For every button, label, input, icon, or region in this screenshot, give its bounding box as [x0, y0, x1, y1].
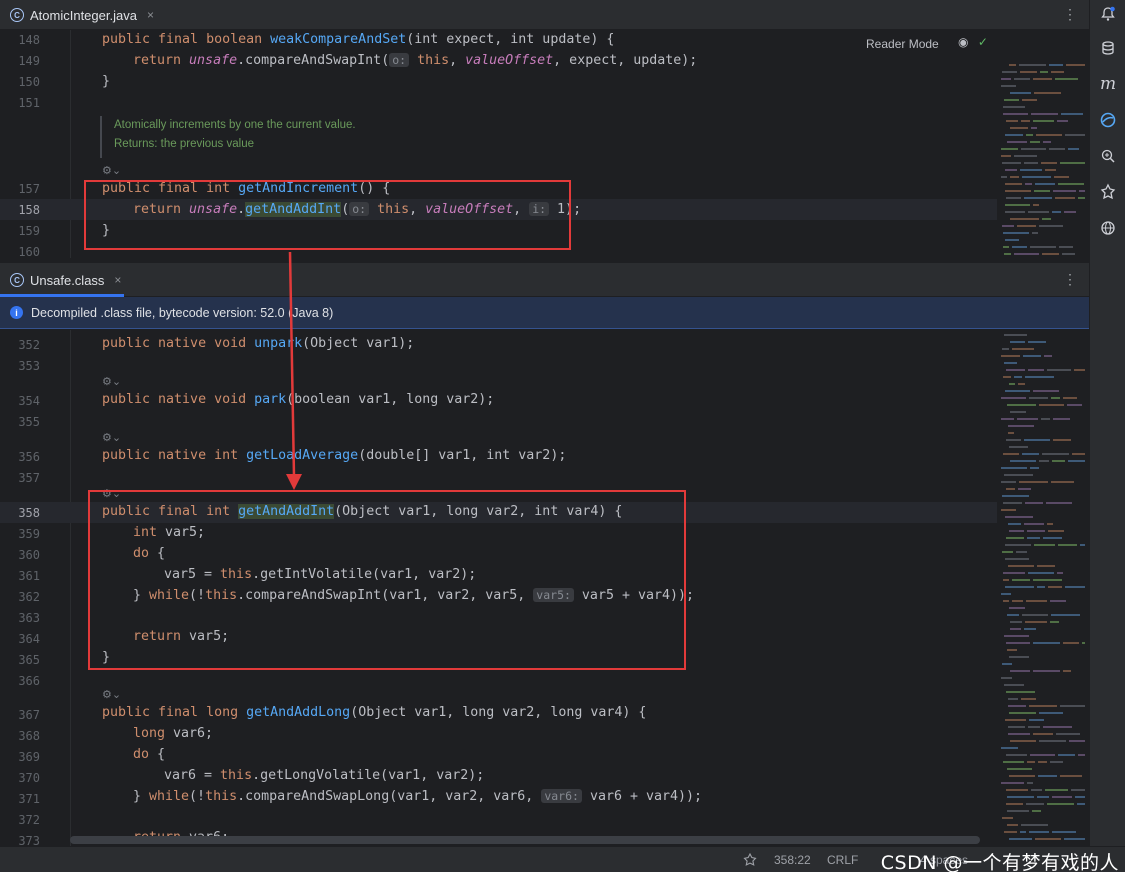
structure-search-icon[interactable]: [1098, 146, 1118, 166]
notifications-icon[interactable]: [1098, 4, 1118, 24]
right-toolbar: m: [1089, 0, 1125, 846]
status-bar: 358:22 CRLF 4 spaces CSDN @一个有梦有戏的人: [0, 846, 1125, 872]
annotation-arrow: [286, 251, 302, 490]
editor-area: C AtomicInteger.java × ⋮ 148 149 150 151…: [0, 0, 1089, 846]
watermark: CSDN @一个有梦有戏的人: [880, 852, 1119, 872]
ai-assistant-icon[interactable]: [1098, 110, 1118, 130]
line-separator[interactable]: CRLF: [827, 853, 858, 867]
database-icon[interactable]: [1098, 38, 1118, 58]
web-icon[interactable]: [1098, 218, 1118, 238]
caret-position[interactable]: 358:22: [774, 853, 811, 867]
plugin-icon[interactable]: [1098, 182, 1118, 202]
ai-status-icon[interactable]: [743, 852, 757, 870]
maven-icon[interactable]: m: [1098, 74, 1118, 94]
